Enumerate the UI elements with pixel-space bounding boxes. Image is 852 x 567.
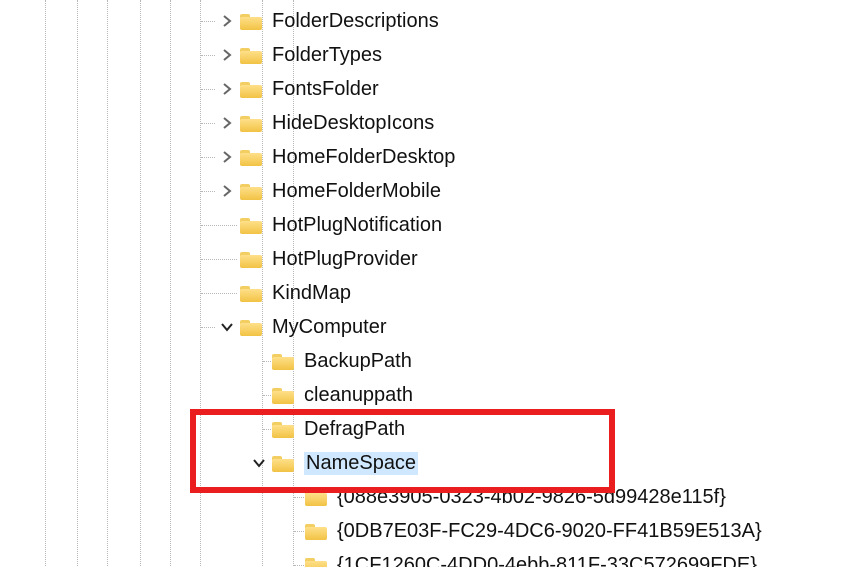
- tree-node-homefoldermobile[interactable]: HomeFolderMobile: [0, 174, 852, 208]
- folder-icon: [305, 522, 327, 540]
- tree-node-label: HomeFolderDesktop: [272, 146, 455, 169]
- tree-node-cleanuppath[interactable]: cleanuppath: [0, 378, 852, 412]
- chevron-right-icon[interactable]: [218, 49, 236, 61]
- tree-node-homefolderdesktop[interactable]: HomeFolderDesktop: [0, 140, 852, 174]
- tree-node-label: FolderTypes: [272, 44, 382, 67]
- folder-icon: [272, 352, 294, 370]
- folder-icon: [305, 488, 327, 506]
- tree-connector: [201, 259, 237, 260]
- tree-node-label: KindMap: [272, 282, 351, 305]
- chevron-right-icon[interactable]: [218, 83, 236, 95]
- tree-node-label: HotPlugProvider: [272, 248, 418, 271]
- tree-connector: [201, 293, 237, 294]
- tree-node-label: HideDesktopIcons: [272, 112, 434, 135]
- tree-node-guid1[interactable]: {088e3905-0323-4b02-9826-5d99428e115f}: [0, 480, 852, 514]
- tree-node-namespace[interactable]: NameSpace: [0, 446, 852, 480]
- tree-connector: [201, 21, 215, 22]
- tree-node-guid2[interactable]: {0DB7E03F-FC29-4DC6-9020-FF41B59E513A}: [0, 514, 852, 548]
- chevron-right-icon[interactable]: [218, 15, 236, 27]
- folder-icon: [240, 148, 262, 166]
- tree-node-label: FontsFolder: [272, 78, 379, 101]
- tree-connector: [263, 429, 271, 430]
- tree-connector: [294, 565, 304, 566]
- tree-connector: [201, 225, 237, 226]
- tree-node-hotplugprovider[interactable]: HotPlugProvider: [0, 242, 852, 276]
- folder-icon: [240, 46, 262, 64]
- tree-node-fontsfolder[interactable]: FontsFolder: [0, 72, 852, 106]
- folder-icon: [240, 318, 262, 336]
- folder-icon: [272, 420, 294, 438]
- tree-node-guid3[interactable]: {1CF1260C-4DD0-4ebb-811F-33C572699FDE}: [0, 548, 852, 567]
- registry-tree[interactable]: FolderDescriptions FolderTypes FontsFolder…: [0, 0, 852, 567]
- tree-node-label: HotPlugNotification: [272, 214, 442, 237]
- tree-node-label: {0DB7E03F-FC29-4DC6-9020-FF41B59E513A}: [337, 520, 762, 543]
- chevron-down-icon[interactable]: [218, 321, 236, 333]
- tree-node-foldertypes[interactable]: FolderTypes: [0, 38, 852, 72]
- tree-connector: [201, 157, 215, 158]
- tree-connector: [263, 395, 271, 396]
- tree-connector: [201, 123, 215, 124]
- folder-icon: [240, 284, 262, 302]
- tree-connector: [201, 89, 215, 90]
- tree-node-label: NameSpace: [304, 452, 418, 475]
- tree-node-label: {088e3905-0323-4b02-9826-5d99428e115f}: [337, 486, 726, 509]
- tree-node-folderdescriptions[interactable]: FolderDescriptions: [0, 4, 852, 38]
- tree-node-label: BackupPath: [304, 350, 412, 373]
- folder-icon: [272, 454, 294, 472]
- tree-node-label: DefragPath: [304, 418, 405, 441]
- tree-node-label: {1CF1260C-4DD0-4ebb-811F-33C572699FDE}: [337, 554, 757, 567]
- folder-icon: [240, 182, 262, 200]
- tree-node-label: cleanuppath: [304, 384, 413, 407]
- tree-connector: [294, 531, 304, 532]
- folder-icon: [272, 386, 294, 404]
- tree-node-defragpath[interactable]: DefragPath: [0, 412, 852, 446]
- chevron-down-icon[interactable]: [250, 457, 268, 469]
- folder-icon: [240, 250, 262, 268]
- tree-node-label: MyComputer: [272, 316, 386, 339]
- chevron-right-icon[interactable]: [218, 185, 236, 197]
- tree-node-hotplugnotification[interactable]: HotPlugNotification: [0, 208, 852, 242]
- tree-connector: [294, 497, 304, 498]
- folder-icon: [240, 216, 262, 234]
- tree-connector: [201, 327, 215, 328]
- folder-icon: [240, 12, 262, 30]
- folder-icon: [240, 80, 262, 98]
- folder-icon: [240, 114, 262, 132]
- tree-node-label: FolderDescriptions: [272, 10, 439, 33]
- tree-connector: [201, 55, 215, 56]
- tree-node-mycomputer[interactable]: MyComputer: [0, 310, 852, 344]
- tree-node-label: HomeFolderMobile: [272, 180, 441, 203]
- chevron-right-icon[interactable]: [218, 117, 236, 129]
- chevron-right-icon[interactable]: [218, 151, 236, 163]
- tree-node-backuppath[interactable]: BackupPath: [0, 344, 852, 378]
- tree-connector: [263, 361, 271, 362]
- tree-node-kindmap[interactable]: KindMap: [0, 276, 852, 310]
- tree-connector: [201, 191, 215, 192]
- folder-icon: [305, 556, 327, 567]
- tree-node-hidedesktopicons[interactable]: HideDesktopIcons: [0, 106, 852, 140]
